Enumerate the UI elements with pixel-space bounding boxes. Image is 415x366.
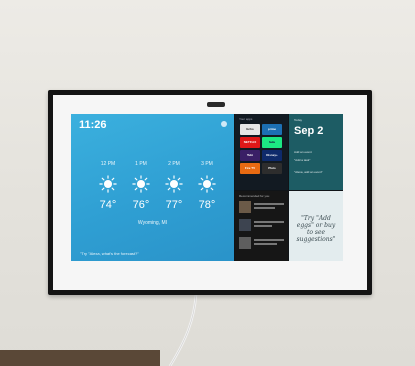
forecast-hour: 1 PM 76° (126, 161, 156, 211)
list-item[interactable] (239, 237, 285, 252)
sun-icon (132, 175, 150, 193)
forecast-hour: 12 PM 74° (93, 161, 123, 211)
app-tile[interactable]: Echo (240, 124, 260, 135)
app-tile[interactable]: Pluto (262, 163, 282, 174)
calendar-date: Sep 2 (294, 125, 324, 137)
app-tile[interactable]: prime (262, 124, 282, 135)
apps-tile-title: Your apps (239, 117, 253, 121)
calendar-line: "Alexa, add an event" (294, 170, 323, 174)
recommendations-tile[interactable]: Recommended for you (235, 191, 288, 261)
temperature: 74° (99, 199, 117, 211)
weather-panel[interactable]: 11:26 12 PM 74° 1 PM 76° 2 PM 77° 3 PM 7… (71, 114, 234, 261)
temperature: 77° (165, 199, 183, 211)
voice-hint: "Try "Alexa, what's the forecast?" (80, 251, 139, 256)
hour-label: 3 PM (201, 161, 213, 167)
item-text (254, 221, 284, 229)
calendar-line: "Add a task" (294, 158, 311, 162)
tip-text: "Try "Add eggs" or buy to see suggestion… (296, 215, 336, 243)
sun-icon (99, 175, 117, 193)
forecast-hour: 3 PM 78° (192, 161, 222, 211)
app-tile[interactable]: Tubi (240, 150, 260, 161)
calendar-tile[interactable]: Today Sep 2 Add an event "Add a task" "A… (289, 114, 343, 190)
shelf (0, 350, 160, 366)
status-dot-icon (221, 121, 227, 127)
tip-tile[interactable]: "Try "Add eggs" or buy to see suggestion… (289, 191, 343, 261)
app-tile[interactable]: NETFLIX (240, 137, 260, 148)
temperature: 78° (198, 199, 216, 211)
item-text (254, 239, 284, 247)
list-item[interactable] (239, 219, 285, 234)
list-item[interactable] (239, 201, 285, 216)
clock: 11:26 (79, 119, 107, 131)
thumbnail (239, 219, 251, 231)
app-tile[interactable]: Disney+ (262, 150, 282, 161)
device-screen[interactable]: 11:26 12 PM 74° 1 PM 76° 2 PM 77° 3 PM 7… (71, 114, 343, 261)
sun-icon (198, 175, 216, 193)
calendar-line: Add an event (294, 150, 312, 154)
temperature: 76° (132, 199, 150, 211)
hour-label: 2 PM (168, 161, 180, 167)
recommendations-title: Recommended for you (239, 194, 270, 198)
item-text (254, 203, 284, 211)
app-tile[interactable]: hulu (262, 137, 282, 148)
location-label: Wyoming, MI (137, 220, 168, 226)
app-tile[interactable]: Fire TV (240, 163, 260, 174)
sun-icon (165, 175, 183, 193)
hour-label: 12 PM (100, 161, 116, 167)
camera-icon (207, 102, 225, 107)
hour-label: 1 PM (135, 161, 147, 167)
apps-tile[interactable]: Your apps Echo prime NETFLIX hulu Tubi D… (235, 114, 288, 190)
thumbnail (239, 237, 251, 249)
forecast-hour: 2 PM 77° (159, 161, 189, 211)
thumbnail (239, 201, 251, 213)
device-frame: 11:26 12 PM 74° 1 PM 76° 2 PM 77° 3 PM 7… (48, 90, 372, 295)
calendar-day: Today (294, 118, 303, 122)
